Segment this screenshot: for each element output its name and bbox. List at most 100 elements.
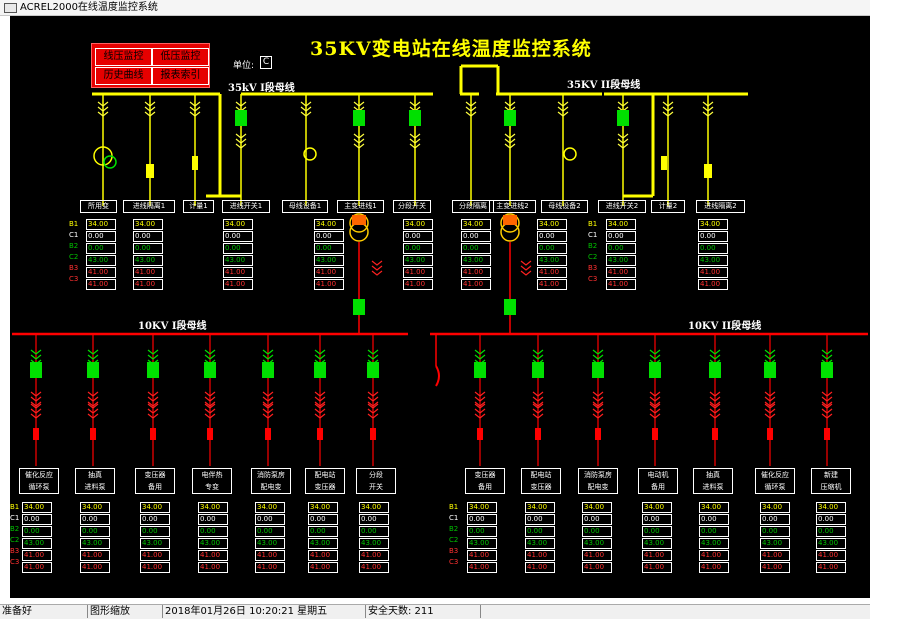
hv-breaker-icon <box>504 110 516 126</box>
lv-temperature-readout: 34.00 0.00 0.00 43.00 41.00 41.00 <box>198 502 228 574</box>
lv-temperature-readout: 34.00 0.00 0.00 43.00 41.00 41.00 <box>525 502 555 574</box>
lv-feeder-label: 抽真 进料泵 <box>693 468 733 494</box>
lv-breaker-icon <box>314 362 326 378</box>
hv-feeder-label: 母线设备2 <box>541 200 588 213</box>
lv-fuse-icon <box>535 428 541 440</box>
unit-value: C <box>260 56 272 69</box>
lv-feeder-label: 新建 压缩机 <box>811 468 851 494</box>
lv-feeder-label: 电动机 备用 <box>638 468 678 494</box>
hv-fuse-icon <box>661 156 667 170</box>
hv-monitor-button[interactable]: 线压监控 <box>95 48 152 66</box>
hv-temperature-readout: 34.00 0.00 0.00 43.00 41.00 41.00 <box>461 219 491 291</box>
lv-breaker-icon <box>764 362 776 378</box>
hv-temperature-readout: 34.00 0.00 0.00 43.00 41.00 41.00 <box>698 219 728 291</box>
lv-breaker-icon <box>147 362 159 378</box>
hv-temperature-readout: 34.00 0.00 0.00 43.00 41.00 41.00 <box>403 219 433 291</box>
lv-breaker-icon <box>367 362 379 378</box>
unit-label: 单位: <box>233 61 255 71</box>
lv-breaker-icon <box>262 362 274 378</box>
hv-bus1-label: 35kV I段母线 <box>228 83 295 94</box>
hv-fuse-icon <box>146 164 154 178</box>
lv-temperature-readout: 34.00 0.00 0.00 43.00 41.00 41.00 <box>359 502 389 574</box>
scada-diagram: 线压监控 低压监控 历史曲线 报表索引 单位: C 35KV变电站在线温度监控系… <box>10 16 870 598</box>
hv-feeder-label: 主变进线2 <box>489 200 536 213</box>
lv-breaker-icon <box>592 362 604 378</box>
tx2-lv-breaker-icon <box>504 299 516 315</box>
lv-fuse-icon <box>712 428 718 440</box>
lv-breaker-icon <box>87 362 99 378</box>
lv-temperature-readout: 34.00 0.00 0.00 43.00 41.00 41.00 <box>22 502 52 574</box>
transformer1-fill <box>352 215 366 225</box>
hv-feeder-label: 主变进线1 <box>337 200 384 213</box>
hv-temperature-readout: 34.00 0.00 0.00 43.00 41.00 41.00 <box>537 219 567 291</box>
lv-feeder-label: 催化反应 循环泵 <box>19 468 59 494</box>
report-index-button[interactable]: 报表索引 <box>152 67 209 85</box>
status-zoom: 图形缩放 <box>88 605 163 618</box>
lv-breaker-icon <box>649 362 661 378</box>
window-title: ACREL2000在线温度监控系统 <box>20 2 158 13</box>
lv-feeder-label: 配电站 变压器 <box>521 468 561 494</box>
hv-row-labels-left: B1 C1 B2 C2 B3 C3 <box>69 220 79 283</box>
lv-breaker-icon <box>532 362 544 378</box>
lv-fuse-icon <box>33 428 39 440</box>
hv-temperature-readout: 34.00 0.00 0.00 43.00 41.00 41.00 <box>133 219 163 291</box>
lv-feeder-label: 变压器 备用 <box>135 468 175 494</box>
status-ready: 准备好 <box>0 605 88 618</box>
hv-pt-icon <box>563 147 577 161</box>
lv-fuse-icon <box>477 428 483 440</box>
lv-fuse-icon <box>317 428 323 440</box>
lv-temperature-readout: 34.00 0.00 0.00 43.00 41.00 41.00 <box>308 502 338 574</box>
lv-temperature-readout: 34.00 0.00 0.00 43.00 41.00 41.00 <box>255 502 285 574</box>
lv-row-labels-right: B1 C1 B2 C2 B3 C3 <box>449 503 459 566</box>
hv-temperature-readout: 34.00 0.00 0.00 43.00 41.00 41.00 <box>223 219 253 291</box>
hv-temperature-readout: 34.00 0.00 0.00 43.00 41.00 41.00 <box>606 219 636 291</box>
hv-feeder-label: 进线隔离1 <box>123 200 175 213</box>
lv-temperature-readout: 34.00 0.00 0.00 43.00 41.00 41.00 <box>760 502 790 574</box>
lv-feeder-label: 配电站 变压器 <box>305 468 345 494</box>
status-safe-days: 安全天数: 211 <box>366 605 481 618</box>
history-curve-button[interactable]: 历史曲线 <box>95 67 152 85</box>
lv-fuse-icon <box>150 428 156 440</box>
app-icon <box>4 3 17 13</box>
lv-bus2-label: 10KV II段母线 <box>688 321 762 332</box>
lv-monitor-button[interactable]: 低压监控 <box>152 48 209 66</box>
lv-temperature-readout: 34.00 0.00 0.00 43.00 41.00 41.00 <box>467 502 497 574</box>
status-datetime: 2018年01月26日 10:20:21 星期五 <box>163 605 366 618</box>
status-bar: 准备好 图形缩放 2018年01月26日 10:20:21 星期五 安全天数: … <box>0 604 870 619</box>
hv-feeder-label: 所用变 <box>80 200 117 213</box>
lv-breaker-icon <box>821 362 833 378</box>
lv-fuse-icon <box>90 428 96 440</box>
lv-temperature-readout: 34.00 0.00 0.00 43.00 41.00 41.00 <box>80 502 110 574</box>
lv-fuse-icon <box>207 428 213 440</box>
hv-row-labels-right: B1 C1 B2 C2 B3 C3 <box>588 220 598 283</box>
lv-breaker-icon <box>30 362 42 378</box>
tx2-lv-ct-icon <box>520 260 532 266</box>
lv-feeder-label: 分段 开关 <box>356 468 396 494</box>
lv-temperature-readout: 34.00 0.00 0.00 43.00 41.00 41.00 <box>140 502 170 574</box>
lv-temperature-readout: 34.00 0.00 0.00 43.00 41.00 41.00 <box>642 502 672 574</box>
hv-fuse-icon <box>192 156 198 170</box>
hv-temperature-readout: 34.00 0.00 0.00 43.00 41.00 41.00 <box>314 219 344 291</box>
status-empty <box>481 605 868 618</box>
tx1-lv-ct-icon <box>371 270 383 276</box>
navigation-panel: 线压监控 低压监控 历史曲线 报表索引 <box>91 43 210 88</box>
lv-temperature-readout: 34.00 0.00 0.00 43.00 41.00 41.00 <box>582 502 612 574</box>
lv-breaker-icon <box>474 362 486 378</box>
lv-fuse-icon <box>265 428 271 440</box>
lv-temperature-readout: 34.00 0.00 0.00 43.00 41.00 41.00 <box>699 502 729 574</box>
lv-row-labels-left: B1 C1 B2 C2 B3 C3 <box>10 503 20 566</box>
hv-feeder-label: 进线开关2 <box>598 200 646 213</box>
page-title: 35KV变电站在线温度监控系统 <box>310 38 592 60</box>
tx1-lv-ct-icon <box>371 260 383 266</box>
hv-breaker-icon <box>235 110 247 126</box>
lv-fuse-icon <box>595 428 601 440</box>
hv-feeder-label: 母线设备1 <box>282 200 328 213</box>
lv-feeder-label: 消防泵房 配电变 <box>251 468 291 494</box>
lv-feeder-label: 催化反应 循环泵 <box>755 468 795 494</box>
lv-feeder-label: 电伴热 专变 <box>192 468 232 494</box>
lv-feeder-label: 抽真 进料泵 <box>75 468 115 494</box>
lv-fuse-icon <box>767 428 773 440</box>
lv-bus-tie-arc <box>435 365 440 387</box>
lv-bus1-label: 10KV I段母线 <box>138 321 207 332</box>
lv-fuse-icon <box>652 428 658 440</box>
